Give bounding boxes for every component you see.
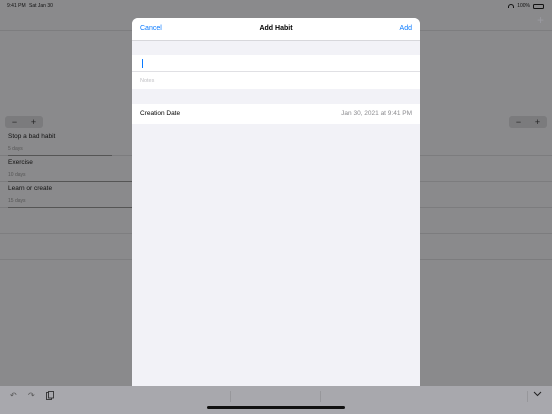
battery-percent: 100% — [517, 3, 530, 9]
status-date: Sat Jan 30 — [29, 3, 53, 9]
habit-list: Stop a bad habit 5 days Exercise 10 days… — [0, 130, 138, 208]
empty-row — [420, 182, 552, 208]
creation-date-value[interactable]: Jan 30, 2021 at 9:41 PM — [341, 110, 412, 117]
empty-row — [420, 208, 552, 234]
paste-icon[interactable] — [46, 391, 54, 402]
undo-icon[interactable]: ↶ — [10, 391, 17, 400]
notes-row[interactable] — [132, 72, 420, 89]
home-indicator — [207, 406, 345, 409]
habit-row[interactable]: Exercise 10 days — [0, 156, 138, 182]
empty-row — [420, 234, 552, 260]
habit-days: 10 days — [8, 172, 26, 178]
toolbar-divider — [230, 391, 231, 402]
habit-name: Stop a bad habit — [8, 133, 56, 140]
text-caret — [142, 59, 143, 68]
plus-icon[interactable]: + — [31, 117, 36, 127]
status-bar: 9:41 PM Sat Jan 30 100% — [0, 0, 552, 11]
zoom-stepper-right[interactable]: − + — [509, 116, 547, 128]
empty-row — [0, 234, 132, 260]
habit-name-input[interactable] — [140, 57, 410, 70]
battery-icon — [533, 3, 544, 9]
notes-input[interactable] — [140, 74, 410, 87]
empty-row — [420, 156, 552, 182]
empty-rows-left — [0, 208, 132, 260]
plus-icon[interactable]: + — [535, 117, 540, 127]
habit-name: Exercise — [8, 159, 33, 166]
habit-days: 5 days — [8, 146, 23, 152]
add-button[interactable]: Add — [400, 25, 412, 32]
add-habit-sheet: Cancel Add Habit Add Creation Date Jan 3… — [132, 18, 420, 386]
sheet-title: Add Habit — [259, 25, 293, 32]
habit-days: 15 days — [8, 198, 26, 204]
chevron-down-icon[interactable] — [533, 389, 542, 400]
toolbar-divider — [527, 391, 528, 402]
toolbar-divider — [320, 391, 321, 402]
empty-row — [0, 208, 132, 234]
creation-date-row[interactable]: Creation Date Jan 30, 2021 at 9:41 PM — [132, 104, 420, 124]
keyboard-toolbar: ↶ ↷ — [0, 386, 552, 414]
redo-icon[interactable]: ↷ — [28, 391, 35, 400]
habit-row[interactable]: Stop a bad habit 5 days — [0, 130, 132, 156]
sheet-header: Cancel Add Habit Add — [132, 18, 420, 41]
minus-icon[interactable]: − — [516, 117, 521, 127]
empty-row — [420, 130, 552, 156]
minus-icon[interactable]: − — [12, 117, 17, 127]
status-time: 9:41 PM — [7, 3, 26, 9]
empty-rows-right — [420, 130, 552, 260]
add-habit-button[interactable]: + — [537, 13, 544, 27]
name-row[interactable] — [132, 55, 420, 72]
wifi-icon — [508, 4, 515, 8]
zoom-stepper-left[interactable]: − + — [5, 116, 43, 128]
status-indicators: 100% — [508, 3, 544, 9]
habit-row[interactable]: Learn or create 15 days — [0, 182, 138, 208]
habit-name: Learn or create — [8, 185, 53, 192]
creation-date-label: Creation Date — [140, 110, 181, 117]
